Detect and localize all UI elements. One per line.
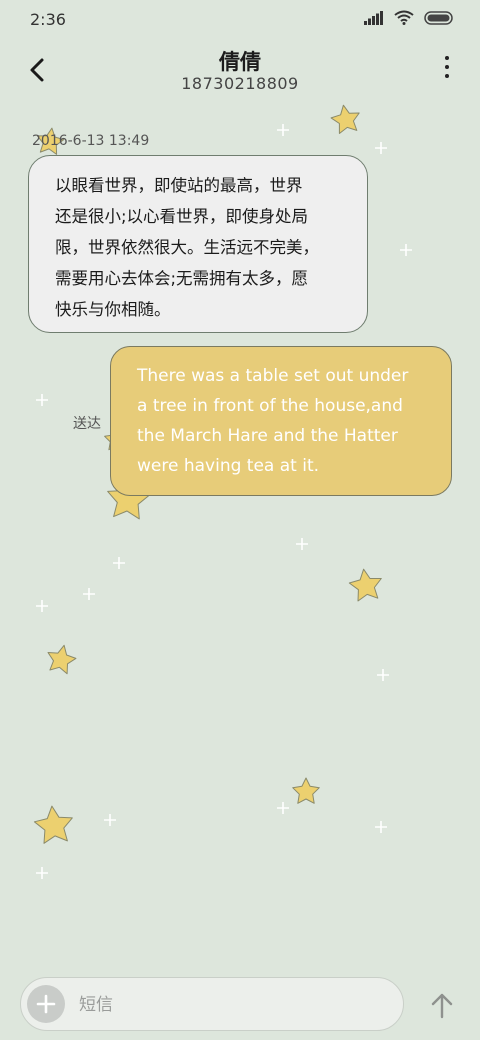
status-time: 2:36 (30, 10, 66, 29)
status-bar: 2:36 (0, 0, 480, 40)
contact-number: 18730218809 (181, 74, 299, 93)
message-line: 快乐与你相随。 (55, 300, 171, 319)
message-line: the March Hare and the Hatter (137, 426, 398, 446)
sparkle-icon (375, 142, 387, 154)
sparkle-icon (375, 821, 387, 833)
message-line: were having tea at it. (137, 456, 320, 476)
message-timestamp: 2016-6-13 13:49 (32, 133, 150, 149)
plus-icon (36, 994, 56, 1014)
sparkle-icon (104, 814, 116, 826)
star-icon (33, 805, 73, 844)
message-line: There was a table set out under (137, 366, 409, 386)
sparkle-icon (296, 538, 308, 550)
sparkle-icon (36, 394, 48, 406)
star-icon (47, 644, 77, 675)
message-line: 还是很小;以心看世界，即使身处局 (55, 207, 309, 226)
composer-bar (20, 977, 404, 1031)
star-icon (330, 104, 360, 134)
message-line: 需要用心去体会;无需拥有太多，愿 (55, 269, 309, 288)
wifi-icon (394, 10, 414, 25)
message-line: a tree in front of the house,and (137, 396, 403, 416)
conversation-header: 倩倩 18730218809 (0, 40, 480, 100)
sparkle-icon (36, 600, 48, 612)
sparkle-icon (377, 669, 389, 681)
signal-icon (364, 10, 383, 25)
sparkle-icon (400, 244, 412, 256)
star-icon (292, 777, 320, 804)
more-options-icon[interactable] (442, 56, 452, 82)
sparkle-icon (113, 557, 125, 569)
message-input[interactable] (77, 990, 381, 1020)
incoming-message-bubble[interactable]: 以眼看世界，即使站的最高，世界 还是很小;以心看世界，即使身处局 限，世界依然很… (28, 155, 368, 333)
battery-icon (424, 10, 453, 25)
send-arrow-icon[interactable] (428, 990, 456, 1020)
sparkle-icon (36, 867, 48, 879)
delivery-status: 送达 (73, 416, 101, 432)
star-icon (348, 568, 382, 602)
add-attachment-button[interactable] (27, 985, 65, 1023)
sparkle-icon (83, 588, 95, 600)
sparkle-icon (277, 802, 289, 814)
contact-name: 倩倩 (219, 50, 261, 74)
message-line: 限，世界依然很大。生活远不完美， (55, 238, 319, 257)
sparkle-icon (277, 124, 289, 136)
message-line: 以眼看世界，即使站的最高，世界 (55, 176, 303, 195)
outgoing-message-bubble[interactable]: There was a table set out under a tree i… (110, 346, 452, 496)
